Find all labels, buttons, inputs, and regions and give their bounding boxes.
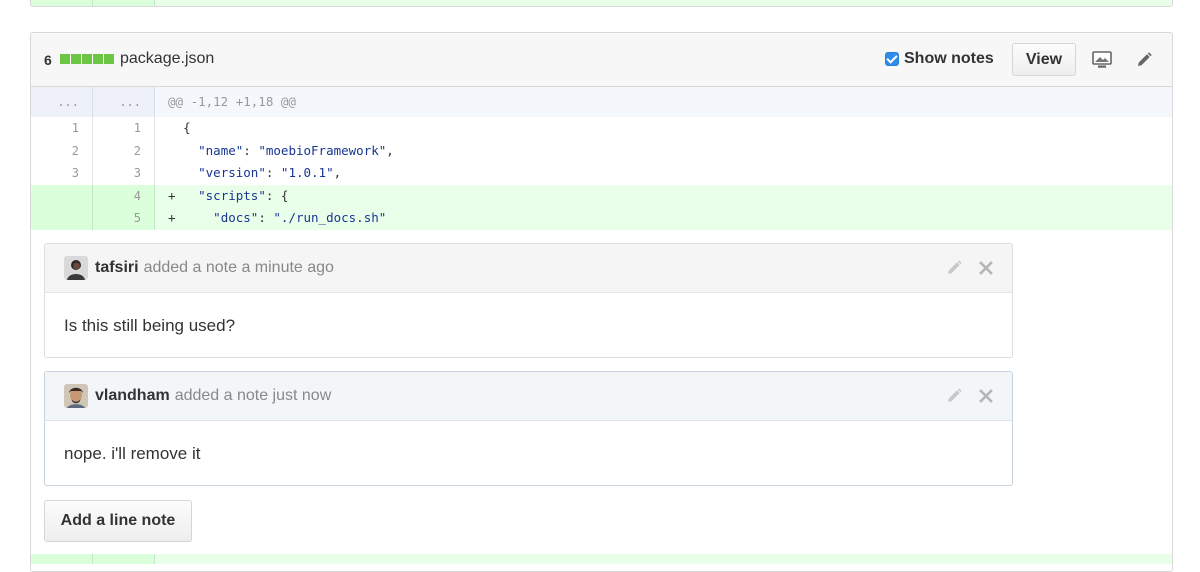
note-header: tafsiri added a note a minute ago bbox=[45, 244, 1012, 293]
diff-table: ... ... @@ -1,12 +1,18 @@ 11 {2 2 "name":… bbox=[31, 87, 1172, 230]
diff-line-context: 33 "version": "1.0.1", bbox=[31, 162, 1172, 185]
code-text: "docs": "./run_docs.sh" bbox=[213, 210, 387, 225]
diff-line-context: 11 { bbox=[31, 117, 1172, 140]
old-line-number[interactable] bbox=[31, 207, 93, 230]
old-line-number[interactable]: 2 bbox=[31, 139, 93, 162]
diff-marker bbox=[168, 165, 176, 180]
diff-marker bbox=[168, 120, 176, 135]
next-diff-line bbox=[31, 554, 1172, 564]
code-line: { bbox=[155, 117, 1172, 140]
old-line-number[interactable]: 3 bbox=[31, 162, 93, 185]
old-line-number[interactable]: ... bbox=[31, 87, 93, 117]
note-header: vlandham added a note just now bbox=[45, 372, 1012, 421]
note-timestamp: added a note a minute ago bbox=[143, 259, 334, 276]
gutter-old bbox=[31, 554, 93, 564]
diffstat-bar bbox=[60, 54, 115, 64]
file-name[interactable]: package.json bbox=[120, 50, 214, 68]
new-line-number[interactable]: 3 bbox=[93, 162, 155, 185]
gutter-new bbox=[93, 0, 155, 6]
diff-marker: + bbox=[168, 187, 176, 203]
close-icon[interactable] bbox=[976, 386, 996, 406]
note-body: Is this still being used? bbox=[64, 316, 236, 335]
new-line-number[interactable]: ... bbox=[93, 87, 155, 117]
note-timestamp: added a note just now bbox=[174, 387, 332, 404]
new-line-number[interactable]: 2 bbox=[93, 139, 155, 162]
file-diff-container: 6 package.json Show notes View ... ... @… bbox=[30, 32, 1173, 572]
diffstat-block bbox=[93, 54, 103, 64]
diff-marker: + bbox=[168, 210, 176, 225]
pencil-icon[interactable] bbox=[944, 258, 964, 278]
show-notes-label: Show notes bbox=[904, 50, 994, 67]
show-notes-toggle[interactable]: Show notes bbox=[885, 49, 994, 69]
diffstat-block bbox=[82, 54, 92, 64]
note-author[interactable]: vlandham bbox=[95, 387, 170, 405]
note-actions bbox=[944, 386, 996, 406]
diffstat-block bbox=[104, 54, 114, 64]
new-line-number[interactable]: 1 bbox=[93, 117, 155, 140]
old-line-number[interactable] bbox=[31, 184, 93, 207]
add-line-note-button[interactable]: Add a line note bbox=[44, 500, 192, 542]
code-line: "name": "moebioFramework", bbox=[155, 140, 1172, 163]
line-notes-area: tafsiri added a note a minute ago Is thi… bbox=[31, 230, 1172, 564]
file-header: 6 package.json Show notes View bbox=[31, 33, 1172, 87]
note-actions bbox=[944, 258, 996, 278]
diff-line-added: 5 + "docs": "./run_docs.sh" bbox=[31, 207, 1172, 230]
gutter-old bbox=[31, 0, 93, 6]
diff-line-context: 22 "name": "moebioFramework", bbox=[31, 139, 1172, 163]
avatar[interactable] bbox=[64, 256, 88, 280]
new-line-number[interactable]: 4 bbox=[93, 184, 155, 207]
code-line: + "docs": "./run_docs.sh" bbox=[155, 207, 1172, 230]
note-body: nope. i'll remove it bbox=[64, 444, 201, 463]
old-line-number[interactable]: 1 bbox=[31, 117, 93, 140]
diff-marker bbox=[168, 143, 176, 158]
display-icon[interactable] bbox=[1091, 49, 1113, 71]
show-notes-checkbox[interactable] bbox=[885, 52, 899, 66]
code-text: { bbox=[183, 120, 191, 135]
hunk-header-text: @@ -1,12 +1,18 @@ bbox=[168, 94, 296, 109]
code-text: "version": "1.0.1", bbox=[198, 165, 342, 180]
line-note: vlandham added a note just now nope. i'l… bbox=[44, 371, 1013, 486]
diffstat-block bbox=[71, 54, 81, 64]
avatar[interactable] bbox=[64, 384, 88, 408]
diffstat-block bbox=[60, 54, 70, 64]
diffstat-count: 6 bbox=[44, 52, 52, 68]
note-author[interactable]: tafsiri bbox=[95, 259, 139, 277]
hunk-header-row: ... ... @@ -1,12 +1,18 @@ bbox=[31, 87, 1172, 117]
code-line: "version": "1.0.1", bbox=[155, 162, 1172, 185]
code-text: "name": "moebioFramework", bbox=[198, 142, 394, 158]
pencil-icon[interactable] bbox=[944, 386, 964, 406]
code-line: + "scripts": { bbox=[155, 185, 1172, 208]
gutter-new bbox=[93, 554, 155, 564]
new-line-number[interactable]: 5 bbox=[93, 207, 155, 230]
diff-line-added: 4 + "scripts": { bbox=[31, 184, 1172, 208]
line-note: tafsiri added a note a minute ago Is thi… bbox=[44, 243, 1013, 358]
pencil-icon[interactable] bbox=[1133, 49, 1155, 71]
close-icon[interactable] bbox=[976, 258, 996, 278]
view-button[interactable]: View bbox=[1012, 43, 1076, 76]
code-text: "scripts": { bbox=[198, 187, 289, 203]
previous-file-fragment bbox=[30, 0, 1173, 7]
